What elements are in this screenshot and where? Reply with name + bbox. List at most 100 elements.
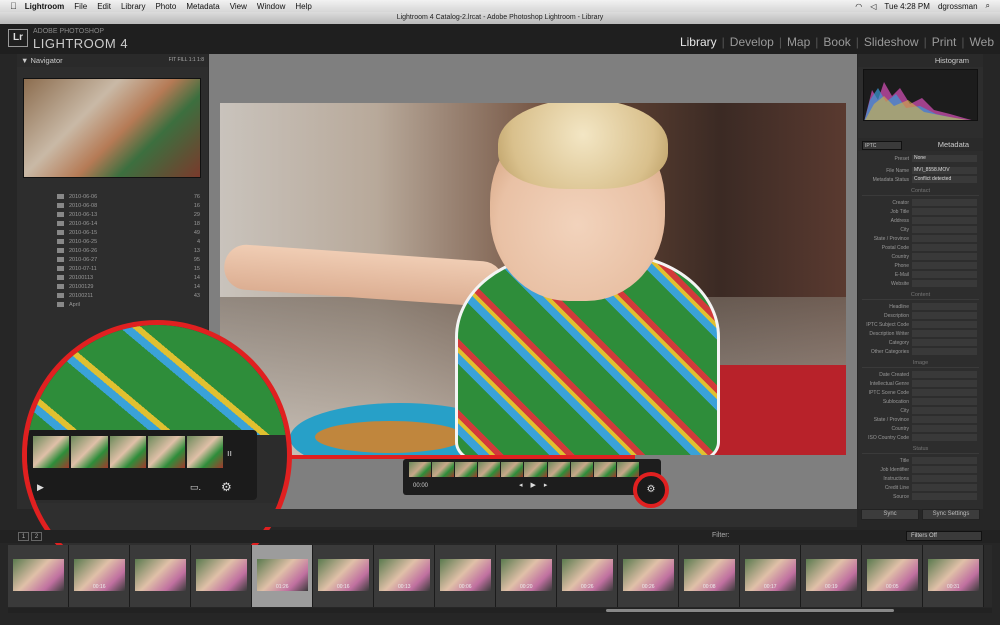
- folder-item[interactable]: 20100211 43: [17, 291, 208, 300]
- status-field[interactable]: [912, 484, 977, 491]
- module-web[interactable]: Web: [970, 35, 994, 49]
- contact-field[interactable]: [912, 217, 977, 224]
- preset-select[interactable]: None: [912, 155, 977, 162]
- metadata-preset-dropdown[interactable]: IPTC: [862, 141, 902, 150]
- status-field[interactable]: [912, 475, 977, 482]
- folder-item[interactable]: 2010-06-06 76: [17, 192, 208, 201]
- filmstrip-cell[interactable]: 00:08: [679, 545, 740, 607]
- contact-field[interactable]: [912, 244, 977, 251]
- folder-item[interactable]: 2010-06-13 29: [17, 210, 208, 219]
- contact-field[interactable]: [912, 226, 977, 233]
- clock[interactable]: Tue 4:28 PM: [884, 2, 930, 11]
- metadata-header[interactable]: IPTC Metadata: [858, 138, 983, 151]
- navigator-preview[interactable]: [23, 78, 201, 178]
- scrollbar-thumb[interactable]: [606, 609, 894, 612]
- filmstrip-cell[interactable]: [191, 545, 252, 607]
- play-button[interactable]: ▶: [531, 481, 536, 489]
- content-field[interactable]: [912, 330, 977, 337]
- folder-item[interactable]: 2010-06-25 4: [17, 237, 208, 246]
- image-field[interactable]: [912, 389, 977, 396]
- frame-icon[interactable]: ▭.: [190, 482, 201, 493]
- filmstrip-thumbnail[interactable]: [13, 559, 64, 591]
- zoom-1-8[interactable]: 1:8: [197, 57, 204, 63]
- contact-field[interactable]: [912, 208, 977, 215]
- menu-library[interactable]: Library: [121, 2, 145, 11]
- wifi-icon[interactable]: ◠: [855, 2, 862, 11]
- filmstrip-cell[interactable]: 00:26: [557, 545, 618, 607]
- folder-item[interactable]: 20100113 14: [17, 273, 208, 282]
- contact-field[interactable]: [912, 262, 977, 269]
- menu-edit[interactable]: Edit: [97, 2, 111, 11]
- image-field[interactable]: [912, 425, 977, 432]
- folder-item[interactable]: April: [17, 300, 208, 309]
- sync-button[interactable]: Sync: [861, 509, 919, 520]
- menu-metadata[interactable]: Metadata: [186, 2, 219, 11]
- menu-view[interactable]: View: [230, 2, 247, 11]
- image-field[interactable]: [912, 371, 977, 378]
- status-field[interactable]: [912, 457, 977, 464]
- zoom-fill[interactable]: FILL: [177, 57, 187, 63]
- volume-icon[interactable]: ◁: [870, 2, 876, 11]
- status-field[interactable]: [912, 493, 977, 500]
- pause-icon[interactable]: ıı: [227, 448, 232, 458]
- folder-item[interactable]: 2010-06-15 49: [17, 228, 208, 237]
- filter-dropdown[interactable]: Filters Off: [906, 531, 982, 541]
- previous-frame-button[interactable]: ◂: [519, 481, 523, 489]
- zoom-1-1[interactable]: 1:1: [189, 57, 196, 63]
- filmstrip-cell[interactable]: 00:19: [801, 545, 862, 607]
- gear-icon[interactable]: ⚙: [633, 472, 669, 508]
- filmstrip-cell[interactable]: 00:20: [496, 545, 557, 607]
- page-2-button[interactable]: 2: [31, 532, 42, 541]
- menu-window[interactable]: Window: [257, 2, 285, 11]
- contact-field[interactable]: [912, 199, 977, 206]
- disclosure-triangle-icon[interactable]: ▼: [21, 56, 31, 65]
- module-develop[interactable]: Develop: [730, 35, 774, 49]
- filmstrip-thumbnail[interactable]: [135, 559, 186, 591]
- filmstrip-cell[interactable]: [8, 545, 69, 607]
- contact-field[interactable]: [912, 271, 977, 278]
- content-field[interactable]: [912, 339, 977, 346]
- video-frame-strip[interactable]: [409, 462, 639, 477]
- contact-field[interactable]: [912, 235, 977, 242]
- menu-help[interactable]: Help: [295, 2, 311, 11]
- main-video-frame[interactable]: [220, 103, 846, 455]
- menu-file[interactable]: File: [74, 2, 87, 11]
- content-field[interactable]: [912, 303, 977, 310]
- filmstrip-cell[interactable]: 01:26: [252, 545, 313, 607]
- contact-field[interactable]: [912, 280, 977, 287]
- filmstrip-cell[interactable]: 00:16: [69, 545, 130, 607]
- page-1-button[interactable]: 1: [18, 532, 29, 541]
- folder-item[interactable]: 2010-06-26 13: [17, 246, 208, 255]
- folder-item[interactable]: 20100129 14: [17, 282, 208, 291]
- filmstrip-cell[interactable]: 00:05: [862, 545, 923, 607]
- filmstrip-cell[interactable]: [130, 545, 191, 607]
- content-field[interactable]: [912, 348, 977, 355]
- filmstrip-cell[interactable]: 00:17: [740, 545, 801, 607]
- module-slideshow[interactable]: Slideshow: [864, 35, 919, 49]
- folder-item[interactable]: 2010-07-11 15: [17, 264, 208, 273]
- filmstrip-thumbnail[interactable]: [196, 559, 247, 591]
- filmstrip-cell[interactable]: 00:16: [313, 545, 374, 607]
- folder-item[interactable]: 2010-06-14 18: [17, 219, 208, 228]
- filmstrip-cell[interactable]: 00:13: [374, 545, 435, 607]
- zoom-fit[interactable]: FIT: [169, 57, 176, 63]
- filmstrip-cell[interactable]: 00:06: [435, 545, 496, 607]
- image-field[interactable]: [912, 407, 977, 414]
- metadata-status-value[interactable]: Conflict detected: [912, 176, 977, 183]
- module-book[interactable]: Book: [823, 35, 850, 49]
- histogram-header[interactable]: Histogram: [858, 54, 983, 67]
- next-frame-button[interactable]: ▸: [544, 481, 548, 489]
- file-name-field[interactable]: MVI_8558.MOV: [912, 167, 977, 174]
- contact-field[interactable]: [912, 253, 977, 260]
- image-field[interactable]: [912, 434, 977, 441]
- menu-app-name[interactable]: Lightroom: [25, 2, 65, 11]
- spotlight-search-icon[interactable]: ⌕: [986, 1, 990, 11]
- image-field[interactable]: [912, 380, 977, 387]
- image-field[interactable]: [912, 398, 977, 405]
- filmstrip-cell[interactable]: 00:26: [618, 545, 679, 607]
- module-map[interactable]: Map: [787, 35, 810, 49]
- filmstrip-scrollbar[interactable]: [8, 608, 992, 613]
- module-print[interactable]: Print: [932, 35, 957, 49]
- image-field[interactable]: [912, 416, 977, 423]
- navigator-header[interactable]: ▼ Navigator FIT FILL 1:1 1:8: [17, 54, 208, 67]
